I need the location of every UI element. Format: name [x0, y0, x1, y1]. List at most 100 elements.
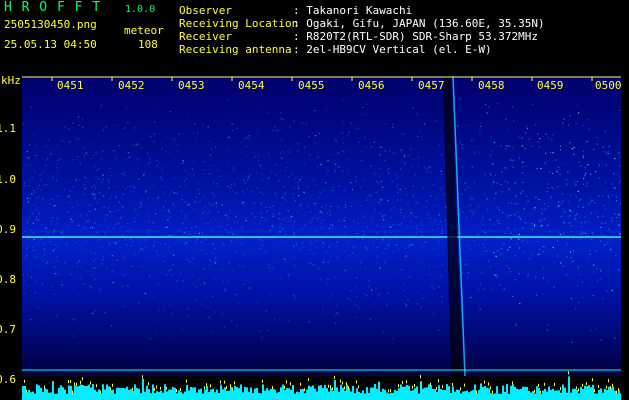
noise-speck [411, 165, 413, 168]
noise-speck [382, 186, 384, 188]
noise-speck [576, 180, 578, 183]
noise-speck [444, 219, 446, 221]
noise-speck [562, 163, 564, 165]
noise-speck [168, 269, 170, 272]
noise-speck [350, 201, 352, 204]
noise-speck [45, 184, 47, 186]
noise-speck [191, 275, 193, 277]
noise-speck [566, 183, 568, 185]
noise-speck [207, 126, 209, 128]
noise-speck [404, 155, 406, 157]
noise-speck [103, 206, 105, 208]
noise-speck [541, 219, 543, 221]
intensity-bar [198, 389, 200, 400]
noise-speck [552, 172, 554, 174]
noise-speck [172, 137, 174, 139]
noise-speck [566, 179, 568, 181]
noise-speck [614, 213, 616, 215]
noise-speck [403, 289, 405, 291]
intensity-peak [330, 385, 331, 389]
noise-speck [188, 174, 190, 176]
noise-speck [244, 217, 247, 219]
noise-speck [441, 263, 443, 266]
intensity-bar [422, 388, 424, 400]
noise-speck [313, 179, 315, 181]
noise-speck [168, 246, 170, 248]
noise-speck [424, 248, 426, 250]
noise-speck [205, 210, 207, 212]
noise-speck [95, 267, 97, 269]
noise-speck [232, 269, 234, 271]
noise-speck [471, 198, 473, 200]
noise-speck [322, 242, 324, 244]
noise-speck [125, 252, 127, 254]
intensity-bar [70, 385, 72, 400]
noise-speck [440, 275, 442, 277]
noise-speck [523, 208, 525, 210]
noise-speck [334, 163, 336, 165]
noise-speck [343, 190, 345, 192]
noise-speck [306, 186, 308, 188]
noise-speck [516, 234, 518, 236]
noise-speck [56, 145, 58, 147]
noise-speck [216, 259, 218, 261]
noise-speck [370, 145, 372, 147]
noise-speck [169, 152, 171, 155]
noise-speck [154, 121, 156, 123]
intensity-bar [572, 388, 574, 400]
noise-speck [257, 159, 259, 162]
intensity-bar [566, 392, 568, 400]
noise-speck [285, 233, 287, 236]
noise-speck [122, 274, 124, 276]
noise-speck [184, 170, 186, 172]
intensity-bar [266, 388, 268, 400]
intensity-bar [392, 392, 394, 400]
noise-speck [274, 319, 276, 321]
noise-speck [132, 240, 134, 242]
noise-speck [598, 164, 600, 166]
noise-speck [256, 130, 258, 132]
noise-speck [410, 148, 412, 150]
intensity-bar [398, 388, 400, 400]
noise-speck [610, 248, 612, 250]
noise-speck [358, 307, 360, 309]
noise-speck [157, 284, 159, 286]
intensity-bar [492, 393, 494, 400]
noise-speck [231, 190, 234, 192]
noise-speck [297, 149, 299, 151]
noise-speck [147, 232, 149, 234]
noise-speck [290, 220, 292, 222]
x-tick-0453: 0453 [178, 79, 205, 92]
noise-speck [607, 191, 609, 193]
noise-speck [480, 122, 482, 124]
intensity-peak [272, 386, 273, 389]
noise-speck [618, 224, 620, 226]
intensity-bar [102, 384, 104, 400]
noise-speck [492, 181, 495, 183]
noise-speck [318, 132, 320, 134]
noise-speck [374, 208, 376, 210]
intensity-bar [312, 385, 314, 400]
noise-speck [199, 200, 201, 202]
noise-speck [280, 204, 282, 206]
noise-speck [345, 206, 347, 208]
noise-speck [332, 124, 334, 126]
noise-speck [470, 210, 472, 212]
intensity-peak [608, 379, 609, 383]
noise-speck [61, 140, 63, 142]
noise-speck [185, 218, 187, 220]
noise-speck [362, 106, 364, 108]
noise-speck [597, 216, 599, 218]
noise-speck [212, 165, 214, 167]
noise-speck [241, 226, 243, 228]
noise-speck [260, 220, 262, 222]
noise-speck [384, 214, 386, 217]
noise-speck [24, 292, 26, 294]
noise-speck [535, 124, 537, 126]
noise-speck [384, 123, 386, 125]
intensity-peak [166, 386, 167, 390]
noise-speck [415, 232, 417, 234]
intensity-bar [138, 388, 140, 400]
noise-speck [479, 283, 481, 285]
intensity-bar [484, 386, 486, 400]
